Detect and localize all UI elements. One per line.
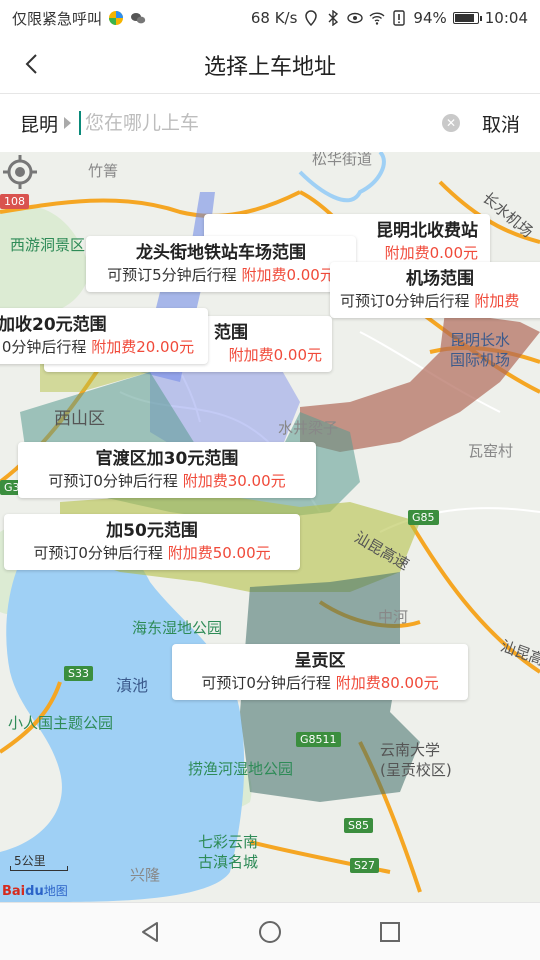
zone-fee: 附加费30.00元 [182,472,286,490]
clear-icon[interactable]: ✕ [441,114,460,132]
zone-booking-info: 可预订5分钟后行程 [107,266,237,284]
zone-booking-info: 0分钟后行程 [1,338,87,356]
map-label: 西山区 [54,409,105,429]
battery-percent: 94% [413,9,447,27]
battery-icon [452,12,482,24]
zone-card-guandu-plus30[interactable]: 官渡区加30元范围 可预订0分钟后行程 附加费30.00元 [18,442,316,498]
highway-marker: G8511 [296,732,341,747]
city-selector[interactable]: 昆明 [20,110,58,137]
pickup-address-input[interactable] [83,111,442,135]
carrier-text: 仅限紧急呼叫 [12,9,103,28]
text-cursor [79,111,82,135]
zone-booking-info: 可预订0分钟后行程 [201,674,331,692]
map-label: 昆明长水 国际机场 [450,331,511,369]
nav-home-button[interactable] [250,912,290,952]
highway-marker: S27 [350,858,379,873]
wechat-icon [131,13,146,24]
zone-fee: 附加费50.00元 [167,544,271,562]
eye-icon [347,12,364,24]
highway-marker: S33 [64,666,93,681]
zone-booking-info: 可预订0分钟后行程 [33,544,163,562]
zone-card-chenggong[interactable]: 呈贡区 可预订0分钟后行程 附加费80.00元 [172,644,468,700]
zone-booking-info: 可预订0分钟后行程 [48,472,178,490]
map-label: 滇池 [116,676,149,695]
network-speed: 68 K/s [250,9,298,27]
map-label: 西游洞景区 [10,236,86,254]
triangle-back-icon [142,921,158,942]
search-bar: 昆明 ✕ 取消 [0,94,540,152]
zone-name: 呈贡区 [294,651,346,671]
battery-fill [454,14,474,22]
zone-name: 官渡区加30元范围 [95,449,239,469]
nav-recents-button[interactable] [370,912,410,952]
map-label: 松华街道 [312,152,373,168]
map-label: 捞渔河湿地公园 [188,760,294,778]
circle-home-icon [259,920,281,943]
baidu-map-logo: Baidu地图 [2,884,68,899]
system-nav-bar [0,902,540,960]
locate-me-icon[interactable] [0,152,40,192]
map-label: 云南大学 (呈贡校区) [380,741,452,779]
app-icon [109,11,124,25]
map-label: 七彩云南 古滇名城 [198,833,259,871]
zone-fee: 附加费0.00元 [241,266,335,284]
zone-card-plus20[interactable]: 加收20元范围 0分钟后行程 附加费20.00元 [0,308,208,364]
map-label: 水井梁子 [278,419,339,437]
wifi-icon [369,12,385,25]
map-label: 兴隆 [130,866,161,884]
zone-fee: 附加费0.00元 [228,346,322,364]
bluetooth-icon [328,10,339,26]
highway-marker: 108 [0,194,29,209]
zone-card-longtoujie[interactable]: 龙头街地铁站车场范围 可预订5分钟后行程 附加费0.00元 [86,236,356,292]
zone-name: 龙头街地铁站车场范围 [136,243,306,263]
alert-icon [393,10,406,26]
map-label: 小人国主题公园 [8,714,114,732]
clock: 10:04 [484,9,528,27]
status-left: 仅限紧急呼叫 [12,8,146,29]
caret-right-icon[interactable] [64,117,72,129]
zone-name: 加50元范围 [106,521,198,541]
status-bar: 仅限紧急呼叫 68 K/s 94% 10:04 [0,0,540,36]
zone-fee: 附加费20.00元 [91,338,195,356]
highway-marker: G85 [408,510,439,525]
zone-name: 机场范围 [406,269,474,289]
map-label: 海东湿地公园 [132,619,223,637]
map-view[interactable]: 竹箐 松华街道 长水机场 西游洞景区 西山区 水井梁子 昆明长水 国际机场 瓦窑… [0,152,540,902]
map-scale-bar [10,866,68,871]
title-bar: 选择上车地址 [0,36,540,94]
status-right: 68 K/s 94% 10:04 [251,9,528,27]
page-title: 选择上车地址 [203,54,336,80]
highway-marker: S85 [344,818,373,833]
nav-back-button[interactable] [130,912,170,952]
zone-fee: 附加费0.00元 [384,244,478,262]
cancel-button[interactable]: 取消 [482,110,520,137]
square-recents-icon [380,921,400,942]
zone-card-airport[interactable]: 机场范围 可预订0分钟后行程 附加费 [330,262,540,318]
location-icon [305,10,318,26]
zone-booking-info: 可预订0分钟后行程 [340,292,470,310]
back-arrow-icon[interactable] [18,50,46,78]
zone-fee: 附加费80.00元 [335,674,439,692]
map-label: 中河 [378,608,409,626]
zone-fee: 附加费 [474,292,520,310]
map-label: 竹箐 [88,162,119,180]
zone-name: 加收20元范围 [0,315,107,335]
zone-card-plus50[interactable]: 加50元范围 可预订0分钟后行程 附加费50.00元 [4,514,300,570]
map-label: 瓦窑村 [468,442,514,460]
